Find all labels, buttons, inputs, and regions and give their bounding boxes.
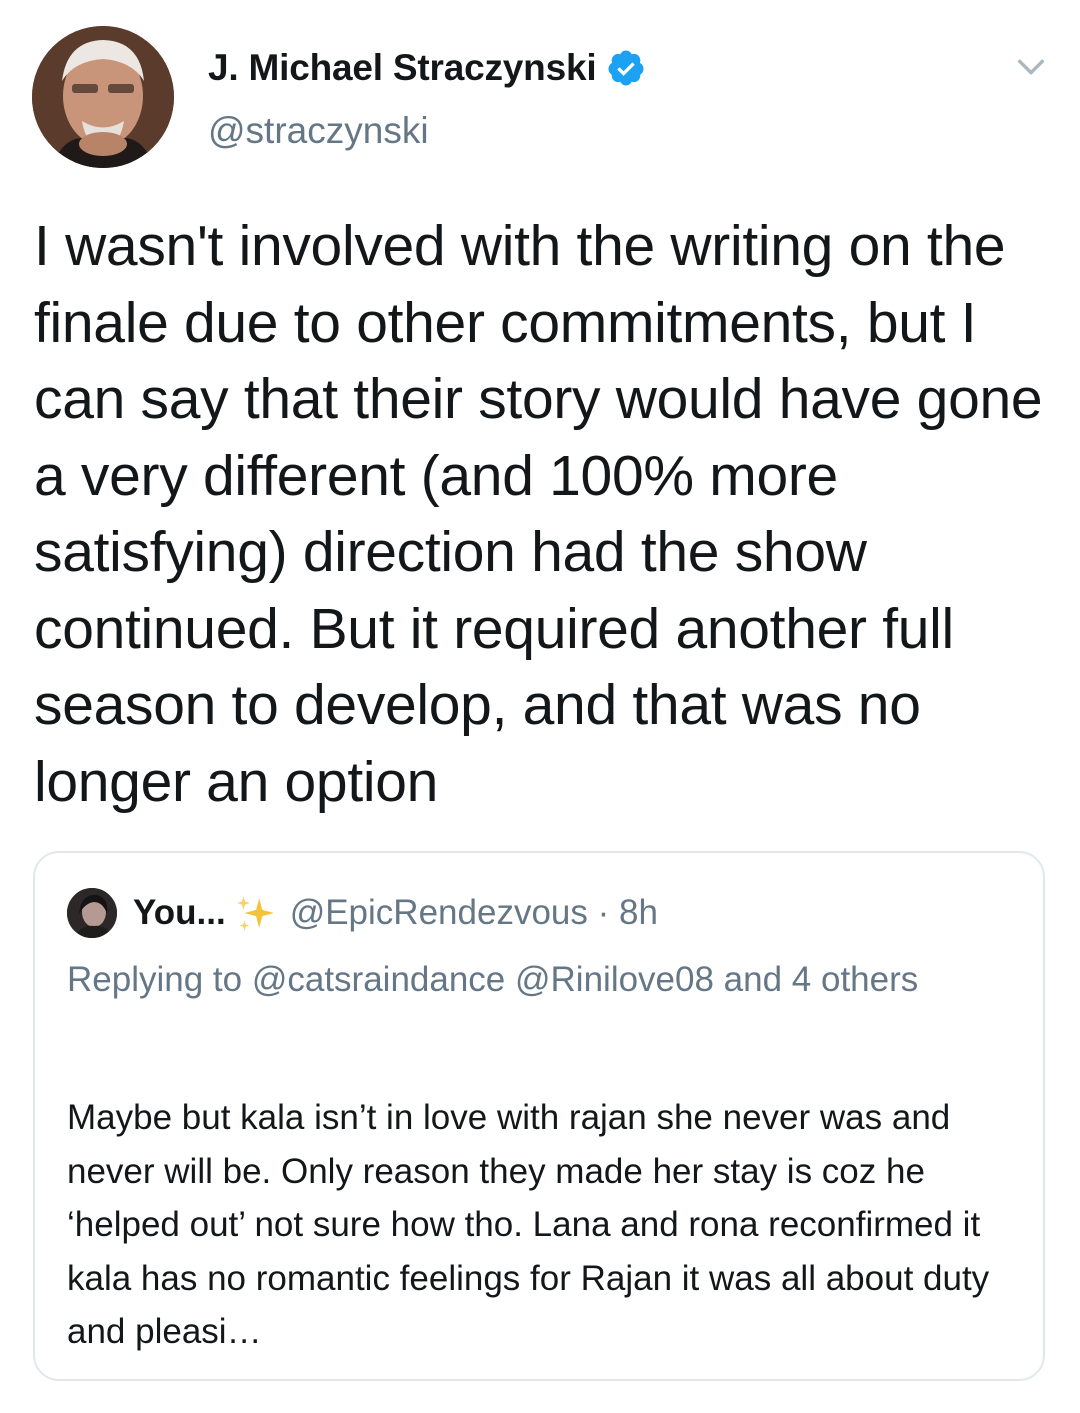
quoted-avatar-image <box>67 888 117 938</box>
tweet-text: I wasn't involved with the writing on th… <box>34 214 1043 814</box>
author-handle[interactable]: @straczynski <box>208 110 429 152</box>
verified-badge-icon <box>608 50 644 86</box>
quoted-replying-to: Replying to @catsraindance @Rinilove08 a… <box>67 960 919 999</box>
tweet: J. Michael Straczynski @straczynski I wa… <box>0 0 1080 1413</box>
quoted-tweet-header: You... @EpicRendezvous · 8h <box>67 887 658 939</box>
author-avatar-image <box>32 26 174 168</box>
sparkles-emoji-icon <box>236 896 274 931</box>
quoted-author-name: You... <box>133 893 226 932</box>
quoted-handle-and-time: @EpicRendezvous · 8h <box>289 893 658 932</box>
author-name-row[interactable]: J. Michael Straczynski <box>208 42 646 94</box>
quoted-author-avatar <box>67 888 117 938</box>
quoted-tweet-card[interactable]: You... @EpicRendezvous · 8h Replying to … <box>33 851 1045 1381</box>
quoted-tweet-text: Maybe but kala isn’t in love with rajan … <box>67 1098 990 1351</box>
author-avatar[interactable] <box>32 26 174 168</box>
chevron-down-icon[interactable] <box>1014 50 1048 84</box>
author-display-name[interactable]: J. Michael Straczynski <box>208 47 597 89</box>
